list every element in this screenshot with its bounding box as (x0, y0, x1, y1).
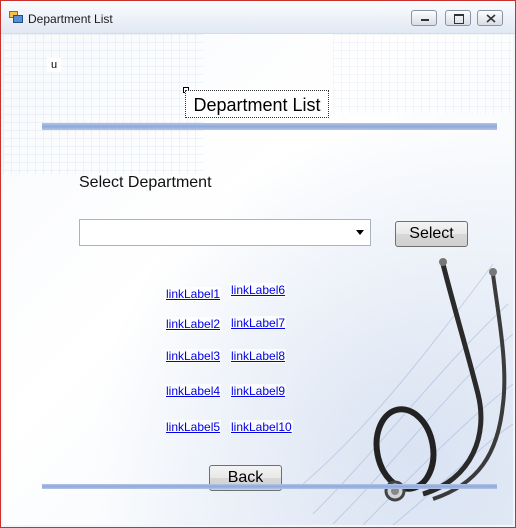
link-label-1[interactable]: linkLabel1 (165, 287, 222, 301)
link-label-6[interactable]: linkLabel6 (230, 283, 287, 297)
minimize-button[interactable] (411, 10, 437, 26)
link-label-3[interactable]: linkLabel3 (165, 349, 222, 363)
page-title: Department List (185, 90, 329, 118)
app-window-icon (9, 11, 23, 23)
background-grid (3, 34, 203, 174)
u-label: u (47, 58, 61, 72)
link-label-10[interactable]: linkLabel10 (230, 420, 293, 434)
link-label-8[interactable]: linkLabel8 (230, 349, 287, 363)
link-label-9[interactable]: linkLabel9 (230, 384, 287, 398)
link-label-7[interactable]: linkLabel7 (230, 316, 287, 330)
close-button[interactable] (477, 10, 503, 26)
footer-divider (42, 484, 497, 489)
title-bar[interactable]: Department List (1, 1, 515, 34)
chevron-down-icon[interactable] (356, 230, 364, 235)
restore-button[interactable] (445, 10, 471, 26)
restore-icon (454, 14, 464, 24)
window-title: Department List (28, 12, 113, 26)
background-grid (333, 34, 513, 114)
link-label-2[interactable]: linkLabel2 (165, 317, 222, 331)
select-button[interactable]: Select (395, 221, 468, 247)
app-window: Department List u Department List Select… (0, 0, 516, 528)
department-combobox[interactable] (79, 219, 371, 246)
form-client-area: u Department List Select Department Sele… (3, 34, 513, 525)
minimize-icon (421, 19, 429, 21)
link-label-5[interactable]: linkLabel5 (165, 420, 222, 434)
select-department-label: Select Department (79, 174, 212, 191)
close-icon (486, 14, 496, 23)
link-label-4[interactable]: linkLabel4 (165, 384, 222, 398)
header-divider (42, 123, 497, 130)
stethoscope-image (303, 258, 513, 525)
